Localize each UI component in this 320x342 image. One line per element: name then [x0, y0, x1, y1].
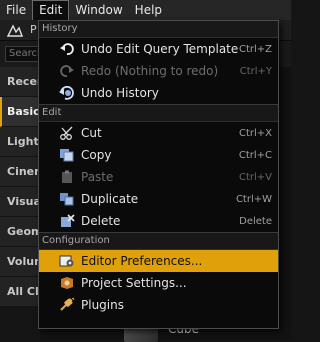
- undo-icon: [58, 41, 76, 57]
- category-visual[interactable]: Visual: [0, 187, 40, 217]
- undo-history-icon: [58, 85, 76, 101]
- menu-item-label: Plugins: [81, 298, 124, 312]
- menu-item-paste[interactable]: Paste Ctrl+V: [39, 166, 278, 188]
- delete-icon: [58, 213, 76, 229]
- category-list: Recen Basic Lights Cinem Visual Geom Vol…: [0, 67, 40, 307]
- menu-item-undo[interactable]: Undo Edit Query Template Ctrl+Z: [39, 38, 278, 60]
- project-settings-icon: [58, 275, 76, 291]
- section-configuration-header: Configuration: [39, 232, 278, 250]
- menu-item-label: Copy: [81, 148, 112, 162]
- panel-title: P: [30, 23, 37, 36]
- redo-icon: [58, 63, 76, 79]
- menu-item-label: Cut: [81, 126, 102, 140]
- paste-icon: [58, 169, 76, 185]
- menu-file[interactable]: File: [0, 0, 32, 20]
- category-geometry[interactable]: Geom: [0, 217, 40, 247]
- menu-item-delete[interactable]: Delete Delete: [39, 210, 278, 232]
- category-all-classes[interactable]: All Cla: [0, 277, 40, 307]
- shortcut-label: Ctrl+C: [238, 149, 272, 161]
- menu-item-label: Delete: [81, 214, 121, 228]
- menu-item-label: Redo (Nothing to redo): [81, 64, 219, 78]
- menu-item-duplicate[interactable]: Duplicate Ctrl+W: [39, 188, 278, 210]
- menu-item-label: Paste: [81, 170, 114, 184]
- menu-item-redo[interactable]: Redo (Nothing to redo) Ctrl+Y: [39, 60, 278, 82]
- shortcut-label: Ctrl+Y: [239, 65, 272, 77]
- place-actors-icon: [6, 23, 24, 42]
- menu-item-label: Undo History: [81, 86, 159, 100]
- copy-icon: [58, 147, 76, 163]
- shortcut-label: Delete: [239, 215, 272, 227]
- plugins-icon: [58, 297, 76, 313]
- category-lights[interactable]: Lights: [0, 127, 40, 157]
- scissors-icon: [58, 125, 76, 141]
- shortcut-label: Ctrl+Z: [238, 43, 272, 55]
- menu-bar: File Edit Window Help: [0, 0, 291, 20]
- menu-item-plugins[interactable]: Plugins: [39, 294, 278, 316]
- menu-item-copy[interactable]: Copy Ctrl+C: [39, 144, 278, 166]
- menu-help[interactable]: Help: [129, 0, 168, 20]
- menu-item-label: Undo Edit Query Template: [81, 42, 239, 56]
- menu-item-cut[interactable]: Cut Ctrl+X: [39, 122, 278, 144]
- duplicate-icon: [58, 191, 76, 207]
- menu-window[interactable]: Window: [69, 0, 128, 20]
- menu-item-label: Editor Preferences...: [81, 254, 203, 268]
- menu-item-editor-preferences[interactable]: Editor Preferences...: [39, 250, 278, 272]
- category-basic[interactable]: Basic: [0, 97, 40, 127]
- menu-edit[interactable]: Edit: [32, 0, 70, 20]
- shortcut-label: Ctrl+W: [235, 193, 272, 205]
- shortcut-label: Ctrl+X: [238, 127, 272, 139]
- preferences-icon: [58, 253, 76, 269]
- category-recent[interactable]: Recen: [0, 67, 40, 97]
- edit-menu-dropdown: History Undo Edit Query Template Ctrl+Z …: [38, 20, 279, 329]
- shortcut-label: Ctrl+V: [238, 171, 272, 183]
- section-history-header: History: [39, 21, 278, 38]
- menu-item-label: Project Settings...: [81, 276, 187, 290]
- menu-item-project-settings[interactable]: Project Settings...: [39, 272, 278, 294]
- section-edit-header: Edit: [39, 104, 278, 122]
- category-volumes[interactable]: Volum: [0, 247, 40, 277]
- menu-item-undo-history[interactable]: Undo History: [39, 82, 278, 104]
- menu-item-label: Duplicate: [81, 192, 139, 206]
- category-cinematic[interactable]: Cinem: [0, 157, 40, 187]
